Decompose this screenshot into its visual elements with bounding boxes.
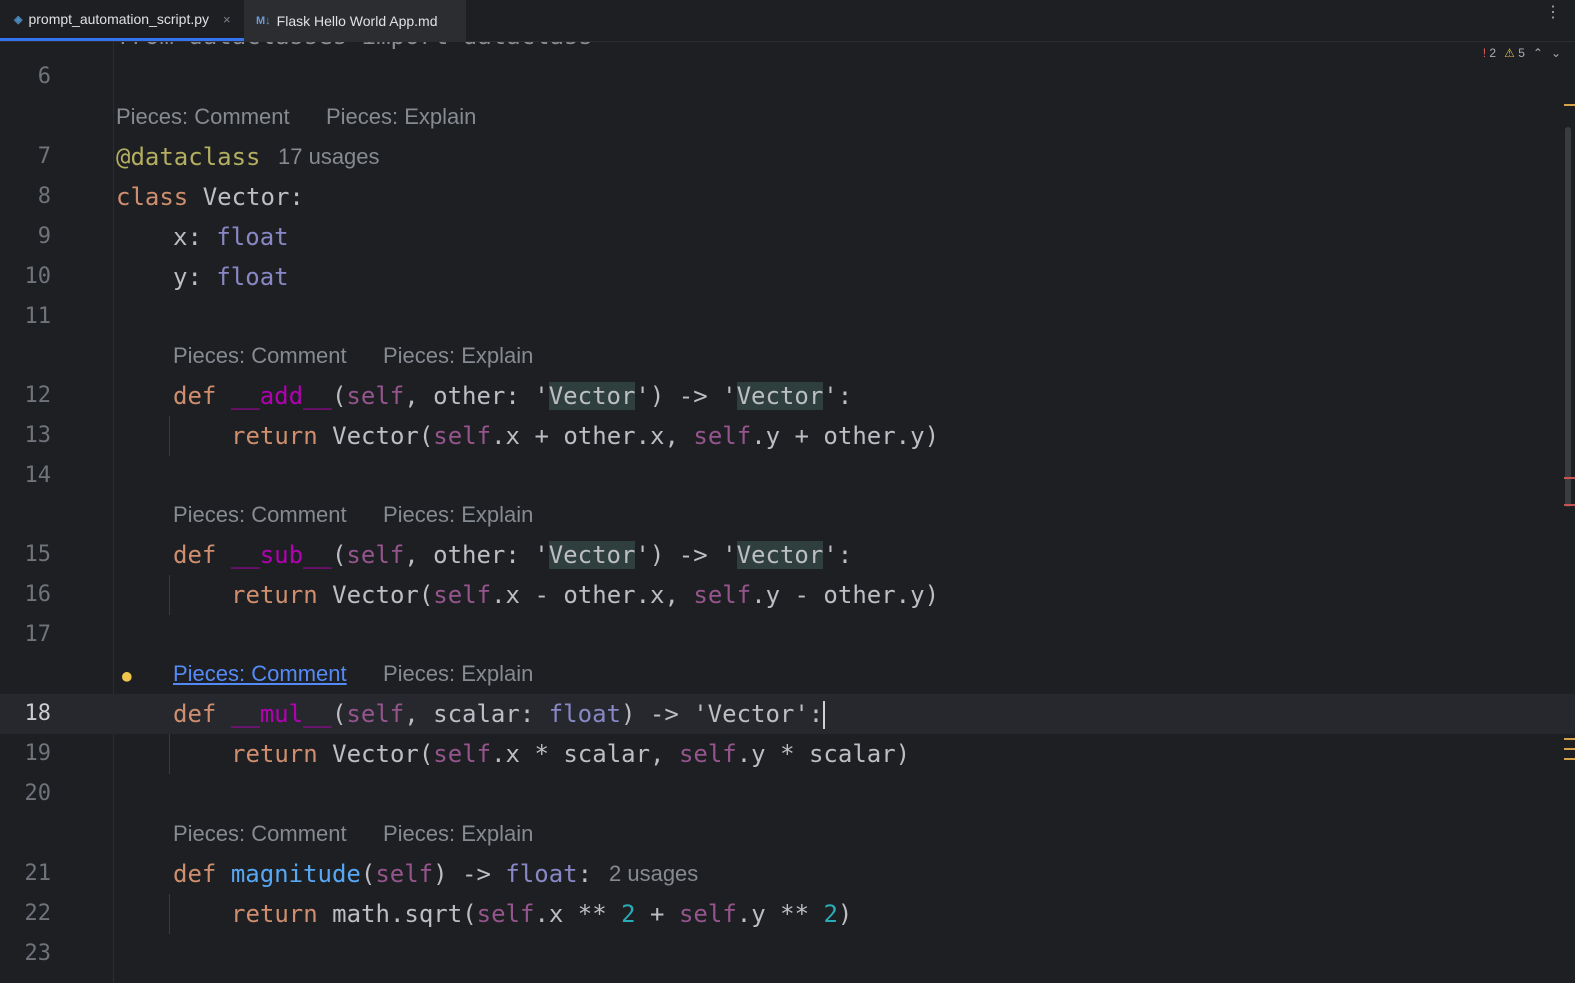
line-number: 6 [37, 64, 51, 89]
close-tab-icon[interactable]: × [223, 12, 231, 27]
code-line[interactable]: 19 return Vector(self.x * scalar, self.y… [0, 734, 1575, 774]
line-number: 23 [24, 941, 52, 966]
more-options-icon[interactable]: ⋮ [1545, 5, 1561, 21]
line-number: 16 [24, 582, 52, 607]
code-line[interactable]: 10 y: float [0, 257, 1575, 297]
indent-guide [169, 734, 170, 774]
indent-guide [169, 416, 170, 456]
code-line-current[interactable]: 18 def __mul__(self, scalar: float) -> '… [0, 694, 1575, 734]
text-caret [823, 701, 826, 729]
inlay-hint-row: Pieces: Comment Pieces: Explain [0, 97, 1575, 137]
pieces-explain-link[interactable]: Pieces: Explain [383, 654, 533, 694]
line-number: 7 [37, 144, 51, 169]
tab-prompt-automation-script[interactable]: ◈ prompt_automation_script.py × [0, 0, 244, 41]
line-number: 14 [24, 463, 52, 488]
pieces-comment-link[interactable]: Pieces: Comment [116, 97, 290, 137]
code-line[interactable]: 22 return math.sqrt(self.x ** 2 + self.y… [0, 894, 1575, 934]
tab-flask-hello-world[interactable]: M↓ Flask Hello World App.md [244, 0, 466, 41]
line-number: 20 [24, 781, 52, 806]
pieces-comment-link[interactable]: Pieces: Comment [173, 495, 347, 535]
pieces-comment-link[interactable]: Pieces: Comment [173, 814, 347, 854]
inlay-hint-row: Pieces: Comment Pieces: Explain [0, 336, 1575, 376]
pieces-explain-link[interactable]: Pieces: Explain [383, 814, 533, 854]
code-line[interactable]: 23 [0, 934, 1575, 974]
code-line[interactable]: 20 [0, 774, 1575, 814]
pieces-comment-link[interactable]: Pieces: Comment [173, 336, 347, 376]
line-number: 8 [37, 184, 51, 209]
code-line[interactable]: 8 class Vector: [0, 177, 1575, 217]
line-number: 15 [24, 542, 52, 567]
line-number: 11 [24, 304, 52, 329]
code-line[interactable]: 13 return Vector(self.x + other.x, self.… [0, 416, 1575, 456]
code-line[interactable]: 15 def __sub__(self, other: 'Vector') ->… [0, 535, 1575, 575]
pieces-explain-link[interactable]: Pieces: Explain [383, 495, 533, 535]
line-number: 18 [24, 701, 52, 726]
editor-tab-bar: ◈ prompt_automation_script.py × M↓ Flask… [0, 0, 1575, 42]
code-line[interactable]: 11 [0, 297, 1575, 337]
markdown-file-icon: M↓ [256, 14, 271, 27]
code-line[interactable]: 7 @dataclass 17 usages [0, 137, 1575, 177]
line-number: 22 [24, 901, 52, 926]
code-line[interactable]: 16 return Vector(self.x - other.x, self.… [0, 575, 1575, 615]
line-number: 21 [24, 861, 52, 886]
code-line[interactable]: 17 [0, 615, 1575, 655]
indent-guide [169, 575, 170, 615]
line-number: 13 [24, 423, 52, 448]
code-editor[interactable]: ! 2 ⚠ 5 ⌃ ⌄ from dataclasses import data… [0, 42, 1575, 983]
inlay-hint-row: Pieces: Comment Pieces: Explain [0, 495, 1575, 535]
code-line[interactable]: 9 x: float [0, 217, 1575, 257]
code-line[interactable]: 12 def __add__(self, other: 'Vector') ->… [0, 376, 1575, 416]
usages-hint[interactable]: 17 usages [278, 137, 380, 177]
indent-guide [169, 894, 170, 934]
code-line[interactable]: from dataclasses import dataclass [0, 42, 1575, 56]
tab-label: prompt_automation_script.py [28, 11, 210, 27]
line-number: 12 [24, 383, 52, 408]
usages-hint[interactable]: 2 usages [609, 854, 698, 894]
code-line[interactable]: 21 def magnitude(self) -> float: 2 usage… [0, 854, 1575, 894]
inlay-hint-row: Pieces: Comment Pieces: Explain [0, 814, 1575, 854]
tab-label: Flask Hello World App.md [276, 12, 438, 29]
pieces-explain-link[interactable]: Pieces: Explain [326, 97, 476, 137]
line-number: 19 [24, 741, 52, 766]
code-line[interactable]: 14 [0, 456, 1575, 496]
code-line[interactable]: 6 [0, 57, 1575, 97]
python-file-icon: ◈ [14, 13, 23, 26]
line-number: 17 [24, 622, 52, 647]
pieces-explain-link[interactable]: Pieces: Explain [383, 336, 533, 376]
pieces-comment-link[interactable]: Pieces: Comment [173, 654, 347, 694]
line-number: 10 [24, 264, 52, 289]
lightbulb-icon[interactable]: ● [122, 666, 132, 685]
line-number: 9 [37, 224, 51, 249]
inlay-hint-row: ● Pieces: Comment Pieces: Explain [0, 654, 1575, 694]
